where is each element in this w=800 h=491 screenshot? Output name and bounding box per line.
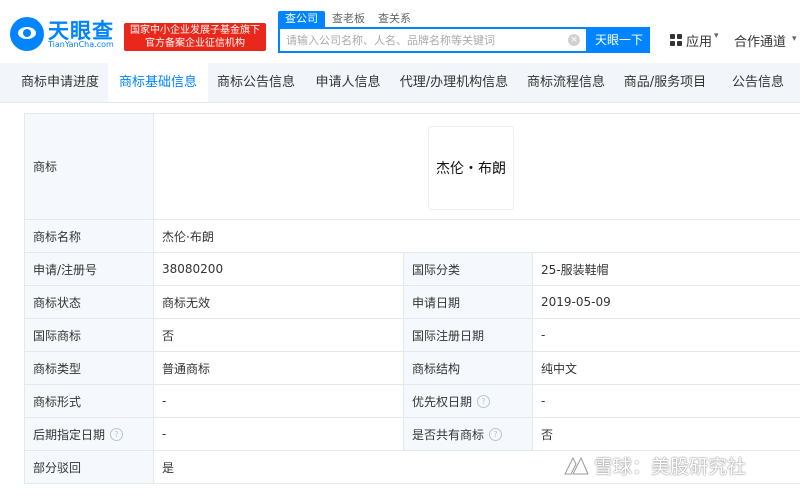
structure-label: 商标结构 [404,352,533,384]
later-designation-date-label-text: 后期指定日期 [33,427,106,442]
tab-announcement-info[interactable]: 商标公告信息 [212,63,300,102]
trademark-name-label: 商标名称 [25,220,154,252]
intl-reg-date-label: 国际注册日期 [404,319,533,351]
structure-value-text: 纯中文 [541,361,578,376]
help-icon[interactable]: ? [110,427,124,441]
trademark-detail-table: 商标 商标名称 杰伦·布朗 申请/注册号 38080200 国际分类 25-服装鞋帽商… [24,113,800,484]
type-value: 普通商标 [154,352,404,384]
partner-channel-link[interactable]: 合作通道 [734,31,786,50]
form-label-text: 商标形式 [33,394,82,409]
partial-rejection-label: 部分驳回 [25,451,154,483]
form-value: - [154,385,404,417]
type-label: 商标类型 [25,352,154,384]
tab-search-company[interactable]: 查公司 [278,11,325,27]
intl-reg-date-label-text: 国际注册日期 [412,328,485,343]
table-row: 商标名称 杰伦·布朗 [25,220,800,253]
table-row: 后期指定日期? - 是否共有商标? 否 [25,418,800,451]
help-icon[interactable]: ? [477,394,491,408]
tab-search-boss[interactable]: 查老板 [332,11,365,27]
status-label-text: 商标状态 [33,295,82,310]
search-input[interactable] [280,29,572,51]
badge-line-1: 国家中小企业发展子基金旗下 [130,25,260,36]
shared-trademark-value-text: 否 [541,427,554,442]
logo-domain: TianYanCha.com [48,40,114,49]
table-row: 商标 [25,114,800,220]
reg-number-label: 申请/注册号 [25,253,154,285]
tab-basic-info[interactable]: 商标基础信息 [108,63,208,102]
intl-trademark-value-text: 否 [162,328,175,343]
search-box: × [278,27,588,53]
shared-trademark-value: 否 [533,418,800,450]
priority-date-value: - [533,385,800,417]
status-value-text: 商标无效 [162,295,211,310]
apply-date-value-text: 2019-05-09 [541,295,611,309]
table-row: 国际商标 否 国际注册日期 - [25,319,800,352]
priority-date-label-text: 优先权日期 [412,394,473,409]
structure-label-text: 商标结构 [412,361,461,376]
clear-icon[interactable]: × [568,34,580,46]
intl-class-value-text: 25-服装鞋帽 [541,262,609,277]
intl-reg-date-value-text: - [541,328,546,342]
tab-search-relation[interactable]: 查关系 [378,11,411,27]
reg-number-value-text: 38080200 [162,262,224,276]
trademark-label: 商标 [25,114,154,219]
badge-line-2: 官方备案企业征信机构 [145,38,245,49]
trademark-name-value: 杰伦·布朗 [154,220,800,252]
tab-application-progress[interactable]: 商标申请进度 [14,63,106,102]
apply-date-label: 申请日期 [404,286,533,318]
search-button[interactable]: 天眼一下 [588,27,650,53]
apply-date-label-text: 申请日期 [412,295,461,310]
tab-agency-info[interactable]: 代理/办理机构信息 [396,63,512,102]
form-label: 商标形式 [25,385,154,417]
tianyancha-logo[interactable]: 天眼查 TianYanCha.com [8,13,120,53]
intl-class-label: 国际分类 [404,253,533,285]
reg-number-value: 38080200 [154,253,404,285]
snowball-logo-icon [564,456,589,475]
tab-applicant-info[interactable]: 申请人信息 [310,63,386,102]
type-label-text: 商标类型 [33,361,82,376]
later-designation-date-value-text: - [162,427,167,441]
table-row: 申请/注册号 38080200 国际分类 25-服装鞋帽 [25,253,800,286]
grid-icon [670,34,682,46]
type-value-text: 普通商标 [162,361,211,376]
intl-trademark-value: 否 [154,319,404,351]
top-header: 天眼查 TianYanCha.com 国家中小企业发展子基金旗下 官方备案企业征… [0,0,800,64]
eye-logo-icon [10,17,44,51]
intl-trademark-label: 国际商标 [25,319,154,351]
later-designation-date-label: 后期指定日期? [25,418,154,450]
reg-number-label-text: 申请/注册号 [33,262,98,277]
shared-trademark-label: 是否共有商标? [404,418,533,450]
tab-process-info[interactable]: 商标流程信息 [522,63,610,102]
chevron-down-icon: ▾ [792,34,797,44]
table-row: 商标形式 - 优先权日期? - [25,385,800,418]
priority-date-label: 优先权日期? [404,385,533,417]
status-value: 商标无效 [154,286,404,318]
structure-value: 纯中文 [533,352,800,384]
official-badge: 国家中小企业发展子基金旗下 官方备案企业征信机构 [124,23,266,51]
trademark-image: 杰伦・布朗 [428,126,514,210]
apply-date-value: 2019-05-09 [533,286,800,318]
intl-trademark-label-text: 国际商标 [33,328,82,343]
intl-class-label-text: 国际分类 [412,262,461,277]
tab-notice-info[interactable]: 公告信息 [726,63,790,102]
trademark-section-tabs: 商标申请进度 商标基础信息 商标公告信息 申请人信息 代理/办理机构信息 商标流… [0,63,800,103]
help-icon[interactable]: ? [489,427,503,441]
form-value-text: - [162,394,167,408]
apps-label: 应用 [686,35,713,50]
watermark-text: 雪球：美股研究社 [594,456,747,478]
table-row: 商标状态 商标无效 申请日期 2019-05-09 [25,286,800,319]
shared-trademark-label-text: 是否共有商标 [412,427,485,442]
later-designation-date-value: - [154,418,404,450]
table-row: 商标类型 普通商标 商标结构 纯中文 [25,352,800,385]
tab-goods-services[interactable]: 商品/服务项目 [622,63,708,102]
priority-date-value-text: - [541,394,546,408]
status-label: 商标状态 [25,286,154,318]
intl-class-value: 25-服装鞋帽 [533,253,800,285]
chevron-down-icon: ▾ [714,31,719,41]
intl-reg-date-value: - [533,319,800,351]
